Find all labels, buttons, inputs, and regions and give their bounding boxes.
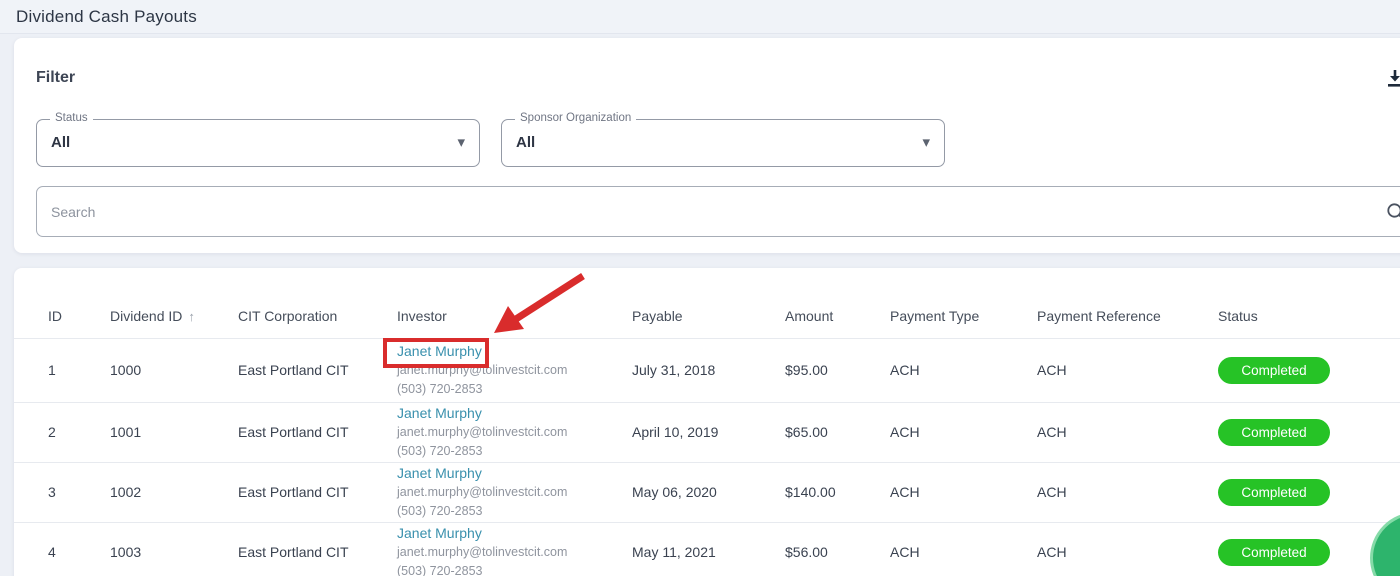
sponsor-select-label: Sponsor Organization — [515, 112, 636, 124]
filter-heading: Filter — [36, 69, 75, 87]
status-badge: Completed — [1218, 357, 1330, 384]
column-header-investor[interactable]: Investor — [397, 268, 632, 338]
column-header-status[interactable]: Status — [1218, 268, 1400, 338]
status-badge: Completed — [1218, 539, 1330, 566]
cell-investor: Janet Murphy janet.murphy@tolinvestcit.c… — [397, 522, 632, 576]
cell-payment-type: ACH — [890, 338, 1037, 402]
payouts-table: ID Dividend ID↑ CIT Corporation Investor… — [14, 268, 1400, 576]
status-badge: Completed — [1218, 419, 1330, 446]
cell-investor: Janet Murphy janet.murphy@tolinvestcit.c… — [397, 338, 632, 402]
filter-card: Filter Status All ▾ Sponsor Organization… — [14, 38, 1400, 253]
search-icon[interactable] — [1385, 201, 1400, 223]
cell-id: 1 — [14, 338, 110, 402]
cell-status: Completed — [1218, 338, 1400, 402]
investor-phone: (503) 720-2853 — [397, 562, 632, 576]
cell-payment-reference: ACH — [1037, 462, 1218, 522]
status-select[interactable]: Status All ▾ — [36, 119, 480, 167]
cell-dividend-id: 1003 — [110, 522, 238, 576]
cell-payment-reference: ACH — [1037, 338, 1218, 402]
payouts-table-card: ID Dividend ID↑ CIT Corporation Investor… — [14, 268, 1400, 576]
column-header-dividend-id[interactable]: Dividend ID↑ — [110, 268, 238, 338]
cell-id: 3 — [14, 462, 110, 522]
chevron-down-icon: ▾ — [457, 133, 465, 151]
cell-payable: May 11, 2021 — [632, 522, 785, 576]
cell-payment-reference: ACH — [1037, 402, 1218, 462]
chevron-down-icon: ▾ — [922, 133, 930, 151]
cell-investor: Janet Murphy janet.murphy@tolinvestcit.c… — [397, 402, 632, 462]
cell-id: 4 — [14, 522, 110, 576]
status-select-value: All — [51, 134, 70, 151]
table-row: 2 1001 East Portland CIT Janet Murphy ja… — [14, 402, 1400, 462]
investor-link[interactable]: Janet Murphy — [397, 403, 482, 423]
cell-payable: July 31, 2018 — [632, 338, 785, 402]
cell-payable: April 10, 2019 — [632, 402, 785, 462]
sponsor-organization-select[interactable]: Sponsor Organization All ▾ — [501, 119, 945, 167]
top-bar: Dividend Cash Payouts — [0, 0, 1400, 34]
table-row: 4 1003 East Portland CIT Janet Murphy ja… — [14, 522, 1400, 576]
investor-link[interactable]: Janet Murphy — [397, 463, 482, 483]
cell-payment-type: ACH — [890, 402, 1037, 462]
cell-status: Completed — [1218, 462, 1400, 522]
investor-phone: (503) 720-2853 — [397, 380, 632, 399]
search-input[interactable] — [37, 187, 1400, 236]
column-header-id[interactable]: ID — [14, 268, 110, 338]
investor-link[interactable]: Janet Murphy — [397, 523, 482, 543]
cell-payment-type: ACH — [890, 522, 1037, 576]
investor-email: janet.murphy@tolinvestcit.com — [397, 543, 632, 562]
investor-email: janet.murphy@tolinvestcit.com — [397, 423, 632, 442]
table-row: 3 1002 East Portland CIT Janet Murphy ja… — [14, 462, 1400, 522]
cell-dividend-id: 1000 — [110, 338, 238, 402]
investor-phone: (503) 720-2853 — [397, 442, 632, 461]
download-icon — [1385, 68, 1400, 95]
table-header-row: ID Dividend ID↑ CIT Corporation Investor… — [14, 268, 1400, 338]
cell-investor: Janet Murphy janet.murphy@tolinvestcit.c… — [397, 462, 632, 522]
cell-payment-reference: ACH — [1037, 522, 1218, 576]
cell-id: 2 — [14, 402, 110, 462]
column-header-amount[interactable]: Amount — [785, 268, 890, 338]
search-field — [36, 186, 1400, 237]
status-badge: Completed — [1218, 479, 1330, 506]
cell-payment-type: ACH — [890, 462, 1037, 522]
cell-amount: $95.00 — [785, 338, 890, 402]
cell-cit-corporation: East Portland CIT — [238, 402, 397, 462]
investor-link[interactable]: Janet Murphy — [397, 341, 482, 361]
cell-amount: $140.00 — [785, 462, 890, 522]
sort-ascending-icon[interactable]: ↑ — [188, 309, 195, 324]
cell-amount: $65.00 — [785, 402, 890, 462]
investor-email: janet.murphy@tolinvestcit.com — [397, 483, 632, 502]
cell-cit-corporation: East Portland CIT — [238, 462, 397, 522]
cell-dividend-id: 1002 — [110, 462, 238, 522]
page-title: Dividend Cash Payouts — [16, 7, 197, 27]
investor-phone: (503) 720-2853 — [397, 502, 632, 521]
column-header-payment-reference[interactable]: Payment Reference — [1037, 268, 1218, 338]
download-button[interactable] — [1380, 66, 1400, 96]
cell-cit-corporation: East Portland CIT — [238, 522, 397, 576]
table-row: 1 1000 East Portland CIT Janet Murphy ja… — [14, 338, 1400, 402]
sponsor-select-value: All — [516, 134, 535, 151]
column-header-cit-corporation[interactable]: CIT Corporation — [238, 268, 397, 338]
status-select-label: Status — [50, 112, 93, 124]
cell-amount: $56.00 — [785, 522, 890, 576]
investor-email: janet.murphy@tolinvestcit.com — [397, 361, 632, 380]
cell-payable: May 06, 2020 — [632, 462, 785, 522]
cell-status: Completed — [1218, 402, 1400, 462]
column-header-payment-type[interactable]: Payment Type — [890, 268, 1037, 338]
cell-cit-corporation: East Portland CIT — [238, 338, 397, 402]
column-header-payable[interactable]: Payable — [632, 268, 785, 338]
cell-dividend-id: 1001 — [110, 402, 238, 462]
